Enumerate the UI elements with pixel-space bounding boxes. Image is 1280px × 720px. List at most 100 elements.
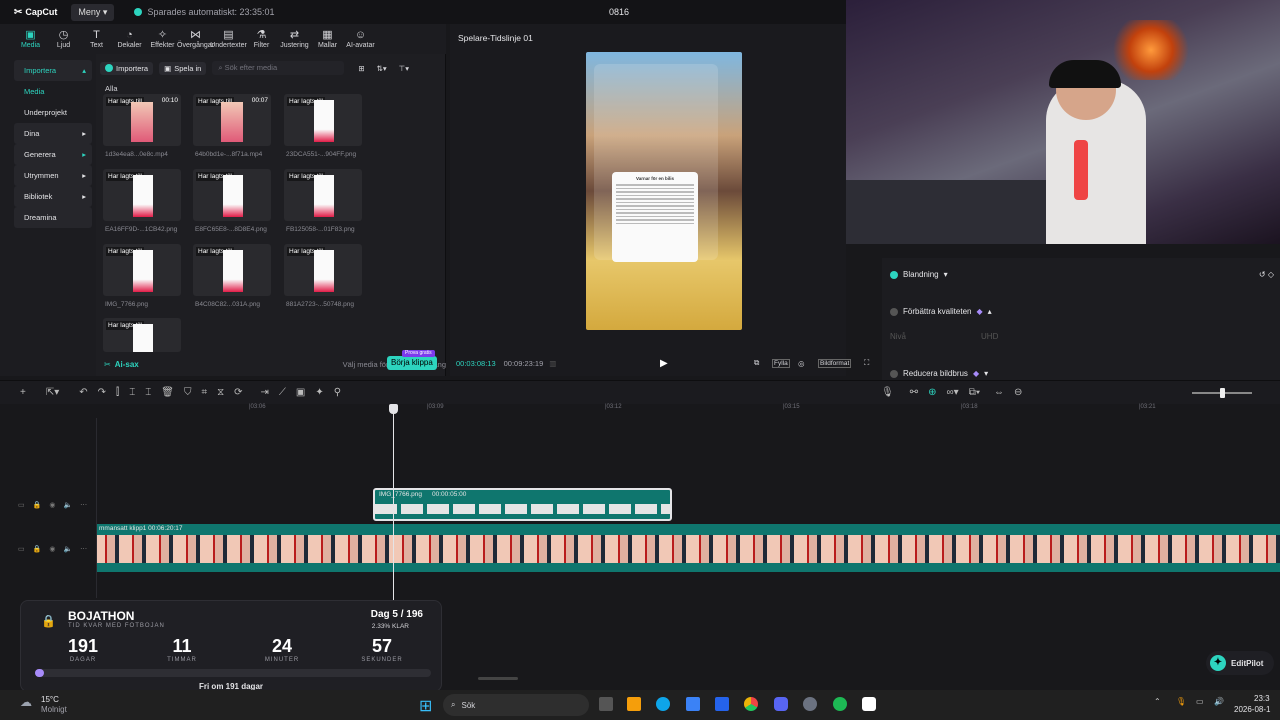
network-icon[interactable]: ▭	[1196, 697, 1204, 706]
sidebar-item-library[interactable]: Bibliotek ▸	[14, 186, 92, 207]
weather-text[interactable]: Molnigt	[41, 705, 67, 714]
tab-captions[interactable]: ▤ Undertexter	[210, 29, 247, 49]
more-icon[interactable]: ⋯	[80, 545, 87, 553]
capcut-taskbar-icon[interactable]	[862, 697, 876, 711]
media-thumbnail[interactable]: Har lagts till	[103, 318, 181, 352]
editpilot-button[interactable]: ✦ EditPilot	[1206, 651, 1274, 675]
chrome-icon[interactable]	[744, 697, 758, 711]
mirror-icon[interactable]: ⧖	[217, 387, 224, 398]
sort-icon[interactable]: ⇅▾	[377, 64, 387, 73]
sidebar-item-dreamina[interactable]: Dreamina	[14, 207, 92, 228]
blend-toggle[interactable]	[890, 270, 898, 279]
tab-text[interactable]: T Text	[80, 29, 113, 49]
snapshot-icon[interactable]: ⧉	[754, 358, 759, 368]
select-tool-icon[interactable]: ⇱▾	[46, 387, 59, 398]
denoise-toggle[interactable]	[890, 369, 898, 378]
sidebar-item-spaces[interactable]: Utrymmen ▸	[14, 165, 92, 186]
redo-icon[interactable]: ↷	[98, 387, 106, 398]
sidebar-item-media[interactable]: Media	[14, 81, 92, 102]
preview-axis-icon[interactable]: ⧉▾	[969, 387, 980, 398]
split-icon[interactable]: ⫿	[116, 387, 119, 398]
media-thumbnail[interactable]: Har lagts till	[103, 169, 181, 221]
playhead[interactable]	[393, 404, 394, 600]
tab-transitions[interactable]: ⋈ Övergångar	[177, 29, 214, 49]
track-cover-icon[interactable]: ▭	[18, 545, 25, 553]
start-editing-button[interactable]: Börja klippa	[387, 356, 437, 370]
playhead-handle[interactable]	[389, 404, 398, 414]
tab-adjust[interactable]: ⇄ Justering	[278, 29, 311, 49]
sidebar-item-import[interactable]: Importera ▴	[14, 60, 92, 81]
taskbar-search[interactable]: ⌕ Sök	[443, 694, 589, 716]
edge-icon[interactable]	[656, 697, 670, 711]
timeline-scrollbar[interactable]	[478, 677, 518, 680]
magnet-icon[interactable]: ⊕	[928, 387, 936, 398]
tab-stickers[interactable]: ◔ Dekaler	[113, 29, 146, 49]
eye-icon[interactable]: ◉	[49, 545, 55, 553]
file-explorer-icon[interactable]	[627, 697, 641, 711]
sidebar-item-yours[interactable]: Dina ▸	[14, 123, 92, 144]
media-search-input[interactable]: ⌕ Sök efter media	[212, 61, 345, 75]
obs-icon[interactable]	[803, 697, 817, 711]
crop-tool-icon[interactable]: ⌗	[201, 387, 207, 398]
fullscreen-icon[interactable]: ⛶	[864, 358, 869, 368]
menu-button[interactable]: Meny ▾	[71, 3, 115, 21]
speed-icon[interactable]: ⟋	[279, 387, 286, 398]
tray-mic-icon[interactable]: 🎙	[1176, 697, 1186, 706]
blend-row[interactable]: Blandning ▾ ↺ ◇	[890, 270, 1274, 279]
tab-ai-avatar[interactable]: ☺ AI-avatar	[344, 29, 377, 49]
ai-scissors-button[interactable]: Ai-sax	[115, 360, 139, 369]
fit-button[interactable]: Fylla	[772, 358, 790, 368]
delete-icon[interactable]: 🗑	[161, 387, 174, 398]
link-icon[interactable]: ⚯	[910, 387, 918, 398]
tab-audio[interactable]: ◷ Ljud	[47, 29, 80, 49]
grid-view-icon[interactable]: ⊞	[358, 64, 364, 73]
crop-icon[interactable]: ◎	[798, 359, 805, 368]
caption-tool-icon[interactable]: ▣	[296, 387, 305, 398]
media-thumbnail[interactable]: Har lagts till	[193, 169, 271, 221]
tab-templates[interactable]: ▦ Mallar	[311, 29, 344, 49]
split-left-icon[interactable]: ⌶	[129, 387, 135, 398]
media-thumbnail[interactable]: Har lagts till	[103, 244, 181, 296]
freeze-icon[interactable]: ⇥	[261, 387, 269, 398]
media-thumbnail[interactable]: Har lagts till	[284, 169, 362, 221]
volume-icon[interactable]: 🔈	[63, 545, 72, 553]
split-right-icon[interactable]: ⌶	[145, 387, 151, 398]
tab-effects[interactable]: ✧ Effekter	[146, 29, 179, 49]
media-thumbnail[interactable]: Har lagts till	[284, 94, 362, 146]
video-preview[interactable]: Varnar för en bilis	[586, 52, 742, 330]
main-video-clip[interactable]: mmansatt klipp1 00:06:20:17	[97, 524, 1280, 572]
speaker-icon[interactable]: 🔊	[1214, 697, 1224, 706]
lock-icon[interactable]: 🔒	[33, 545, 42, 553]
chain-icon[interactable]: ∞▾	[947, 387, 959, 398]
discord-icon[interactable]	[774, 697, 788, 711]
enhance-toggle[interactable]	[890, 307, 898, 316]
eye-icon[interactable]: ◉	[49, 501, 55, 509]
project-name[interactable]: 0816	[609, 7, 629, 17]
fit-timeline-icon[interactable]: ⇔	[994, 387, 1004, 398]
media-thumbnail[interactable]: Har lagts till 00:07	[193, 94, 271, 146]
rotate-icon[interactable]: ⟳	[234, 387, 242, 398]
tab-filter[interactable]: ⚗ Filter	[245, 29, 278, 49]
weather-temp[interactable]: 15°C	[41, 695, 59, 704]
clock-time[interactable]: 23:3	[1254, 694, 1270, 703]
image-clip[interactable]: IMG_7766.png 00:00:05:00	[373, 488, 672, 521]
tab-media[interactable]: ▣ Media	[14, 29, 47, 49]
undo-icon[interactable]: ↶	[79, 387, 87, 398]
magic-icon[interactable]: ✦	[315, 387, 323, 398]
aspect-ratio-button[interactable]: Bildformat	[818, 358, 852, 368]
mic-icon[interactable]: 🎙	[881, 387, 894, 398]
add-icon[interactable]: +	[20, 387, 26, 398]
reset-icon[interactable]: ↺ ◇	[1259, 270, 1274, 279]
zoom-slider-handle[interactable]	[1220, 388, 1225, 398]
waveform-icon[interactable]: ▥	[549, 359, 556, 368]
denoise-row[interactable]: Reducera bildbrus ◆ ▾	[890, 369, 988, 378]
filter-icon[interactable]: ⊤▾	[399, 64, 409, 73]
tray-chevron-icon[interactable]: ⌃	[1154, 697, 1161, 706]
import-button[interactable]: Importera	[100, 61, 154, 75]
media-thumbnail[interactable]: Har lagts till 00:10	[103, 94, 181, 146]
task-view-icon[interactable]	[599, 697, 613, 711]
windows-start-icon[interactable]: ⊞	[419, 696, 432, 716]
record-button[interactable]: ▣ Spela in	[159, 61, 207, 75]
spotify-icon[interactable]	[833, 697, 847, 711]
store-icon[interactable]	[686, 697, 700, 711]
